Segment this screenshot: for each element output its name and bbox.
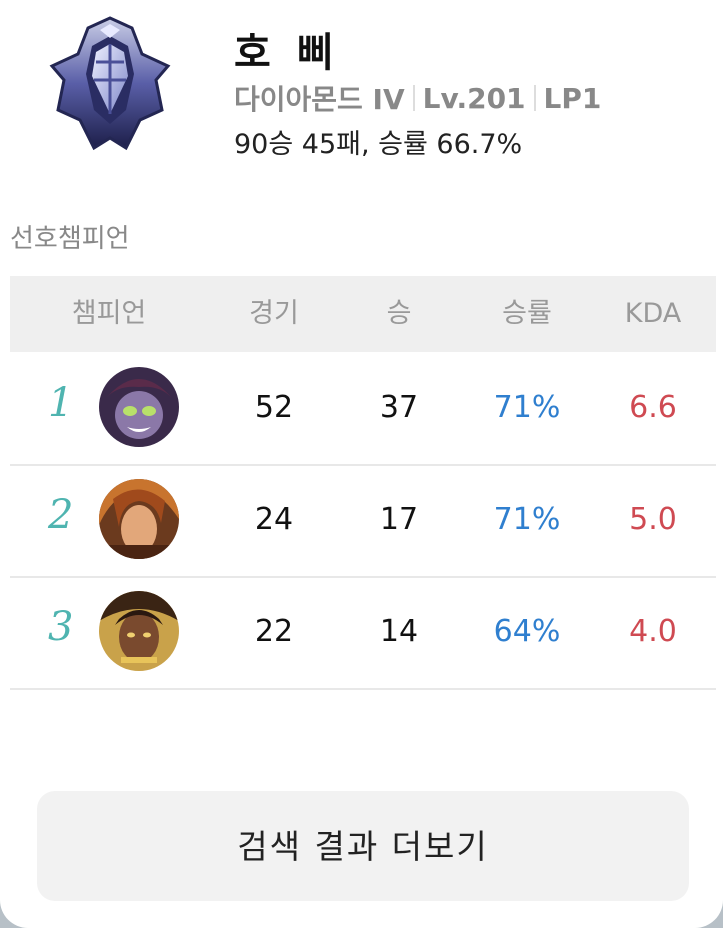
winrate-value: 71% [493, 502, 561, 537]
header-winrate: 승률 [502, 298, 552, 329]
games-value: 24 [254, 502, 294, 537]
rank-number: 2 [48, 492, 74, 538]
divider [533, 85, 536, 111]
winrate-value: 71% [493, 390, 561, 425]
profile-card: 호 삐 다이아몬드 IV Lv.201 LP1 90승 45패, 승률 66.7… [0, 0, 723, 928]
kda-value: 5.0 [629, 502, 677, 537]
lp-label: LP1 [543, 81, 602, 115]
header-games: 경기 [249, 298, 299, 329]
kda-value: 6.6 [629, 390, 677, 425]
diamond-rank-emblem-icon [49, 16, 171, 151]
kda-value: 4.0 [629, 614, 677, 649]
wins-value: 14 [379, 614, 419, 649]
champion-portrait-1-icon [99, 367, 179, 447]
table-header: 챔피언 경기 승 승률 KDA [10, 276, 716, 352]
header-kda: KDA [624, 298, 682, 329]
wins-value: 17 [379, 502, 419, 537]
rank-number: 3 [48, 604, 74, 650]
rank-number: 1 [48, 380, 74, 426]
champion-portrait-2-icon [99, 479, 179, 559]
table-row[interactable]: 2 24 17 71% 5.0 [10, 464, 716, 578]
divider [412, 85, 415, 111]
more-results-button[interactable]: 검색 결과 더보기 [37, 791, 689, 901]
header-champion: 챔피언 [71, 298, 147, 329]
section-title: 선호챔피언 [10, 224, 130, 254]
level-label: Lv.201 [422, 81, 526, 115]
games-value: 22 [254, 614, 294, 649]
table-row[interactable]: 3 22 14 64% 4.0 [10, 576, 716, 690]
win-loss-record: 90승 45패, 승률 66.7% [234, 129, 523, 160]
champion-portrait-3-icon [99, 591, 179, 671]
header-wins: 승 [386, 298, 412, 329]
tier-label: 다이아몬드 IV [234, 83, 405, 116]
winrate-value: 64% [493, 614, 561, 649]
wins-value: 37 [379, 390, 419, 425]
table-row[interactable]: 1 52 37 71% 6.6 [10, 352, 716, 466]
player-name: 호 삐 [234, 30, 340, 76]
games-value: 52 [254, 390, 294, 425]
rank-info: 다이아몬드 IV Lv.201 LP1 [234, 78, 601, 118]
